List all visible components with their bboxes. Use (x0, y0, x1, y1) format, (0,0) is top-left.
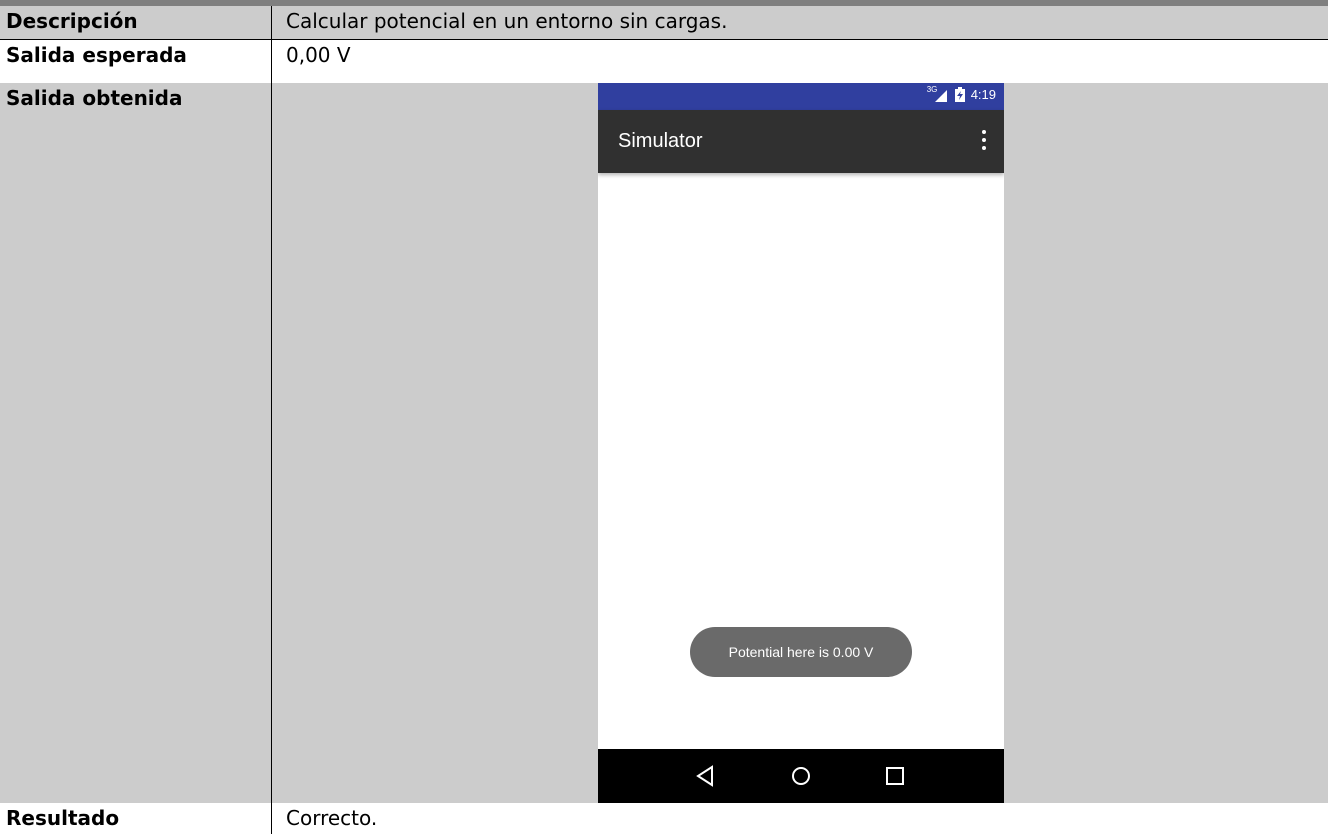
screenshot-cell: 3G 4:19 Simulator Potential here is 0.00… (271, 83, 1328, 803)
network-type: 3G (926, 84, 938, 94)
row-label: Salida obtenida (0, 83, 271, 803)
status-bar: 3G 4:19 (598, 83, 1004, 110)
row-value: Correcto. (271, 803, 1328, 834)
overflow-menu-icon[interactable] (980, 130, 988, 152)
row-value: 0,00 V (271, 40, 1328, 84)
row-label: Descripción (0, 6, 271, 39)
recents-icon[interactable] (884, 765, 906, 792)
app-bar: Simulator (598, 110, 1004, 173)
table-row-resultado: Resultado Correcto. (0, 803, 1328, 834)
battery-charging-icon (954, 87, 965, 102)
table-row-salida-esperada: Salida esperada 0,00 V (0, 39, 1328, 84)
back-icon[interactable] (694, 765, 716, 792)
status-time: 4:19 (970, 87, 996, 102)
phone-screenshot: 3G 4:19 Simulator Potential here is 0.00… (598, 83, 1004, 803)
row-label: Resultado (0, 803, 271, 834)
home-icon[interactable] (790, 765, 812, 792)
navigation-bar (598, 749, 1004, 803)
row-value: Calcular potencial en un entorno sin car… (271, 6, 1328, 39)
table-row-descripcion: Descripción Calcular potencial en un ent… (0, 6, 1328, 39)
table-row-salida-obtenida: Salida obtenida 3G 4:19 Simulator Potent… (0, 83, 1328, 803)
toast-message: Potential here is 0.00 V (690, 627, 912, 677)
app-title: Simulator (618, 130, 703, 152)
signal-3g-icon: 3G (926, 84, 949, 102)
row-label: Salida esperada (0, 40, 271, 84)
